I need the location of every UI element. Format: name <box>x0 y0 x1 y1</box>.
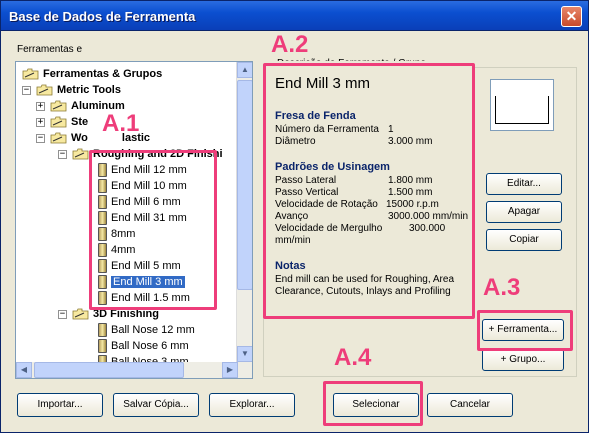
delete-button[interactable]: Apagar <box>486 201 562 223</box>
scroll-left-icon[interactable]: ◀ <box>16 362 32 378</box>
tree-folder-item[interactable]: − Metric Tools <box>22 82 121 98</box>
end-mill-profile-icon <box>495 96 549 124</box>
highlight-tool-list <box>89 150 217 310</box>
highlight-add-tool <box>477 310 573 351</box>
scroll-down-icon[interactable]: ▼ <box>237 346 252 362</box>
annotation-a4: A.4 <box>334 344 372 371</box>
close-icon[interactable]: ✕ <box>561 6 582 27</box>
tool-preview <box>490 79 554 131</box>
folder-tools-icon <box>50 116 67 128</box>
tree-vertical-scrollbar[interactable]: ▲ ▼ <box>236 62 252 362</box>
tool-database-dialog: Base de Dados de Ferramenta ✕ Ferramenta… <box>0 0 589 433</box>
annotation-a3: A.3 <box>483 274 521 301</box>
cancel-button[interactable]: Cancelar <box>427 393 513 417</box>
expander-icon[interactable]: − <box>22 86 31 95</box>
edit-button[interactable]: Editar... <box>486 173 562 195</box>
annotation-a2: A.2 <box>271 31 309 58</box>
copy-button[interactable]: Copiar <box>486 229 562 251</box>
add-group-button[interactable]: + Grupo... <box>482 349 564 371</box>
title-bar[interactable]: Base de Dados de Ferramenta ✕ <box>1 1 588 31</box>
tree-item-label-part: Wo <box>71 132 88 144</box>
tree-horizontal-scrollbar[interactable]: ◀ ▶ <box>16 362 252 378</box>
tree-item-label: Ferramentas & Grupos <box>43 68 163 80</box>
expander-icon[interactable]: + <box>36 102 45 111</box>
window-title: Base de Dados de Ferramenta <box>9 9 196 24</box>
tree-label: Ferramentas e <box>17 44 83 55</box>
import-button[interactable]: Importar... <box>17 393 103 417</box>
expander-icon[interactable]: − <box>58 310 67 319</box>
folder-tools-icon <box>22 68 39 80</box>
annotation-a1: A.1 <box>102 110 140 137</box>
folder-tools-icon <box>72 308 89 320</box>
highlight-description <box>263 63 475 319</box>
scroll-thumb[interactable] <box>237 80 252 290</box>
end-mill-icon <box>98 339 107 354</box>
scroll-up-icon[interactable]: ▲ <box>237 62 252 78</box>
scroll-right-icon[interactable]: ▶ <box>222 362 238 378</box>
save-copy-button[interactable]: Salvar Cópia... <box>113 393 199 417</box>
folder-tools-icon <box>36 84 53 96</box>
tree-item-label: Ste <box>71 116 89 128</box>
tree-item-label: Metric Tools <box>57 84 121 96</box>
hscroll-thumb[interactable] <box>34 362 184 378</box>
tree-tool-item[interactable]: Ball Nose 6 mm <box>98 338 189 354</box>
end-mill-icon <box>98 323 107 338</box>
tree-tool-item[interactable]: Ball Nose 12 mm <box>98 322 195 338</box>
highlight-select <box>323 381 423 426</box>
expander-icon[interactable]: − <box>58 150 67 159</box>
expander-icon[interactable]: − <box>36 134 45 143</box>
tree-item-label: Ball Nose 12 mm <box>111 324 195 336</box>
tree-folder-item[interactable]: + Ste <box>36 114 89 130</box>
explore-button[interactable]: Explorar... <box>209 393 295 417</box>
tree-item-label: Ball Nose 6 mm <box>111 340 189 352</box>
folder-tools-icon <box>50 132 67 144</box>
folder-tools-icon <box>50 100 67 112</box>
expander-icon[interactable]: + <box>36 118 45 127</box>
folder-tools-icon <box>72 148 89 160</box>
tree-folder-item[interactable]: Ferramentas & Grupos <box>22 66 162 82</box>
